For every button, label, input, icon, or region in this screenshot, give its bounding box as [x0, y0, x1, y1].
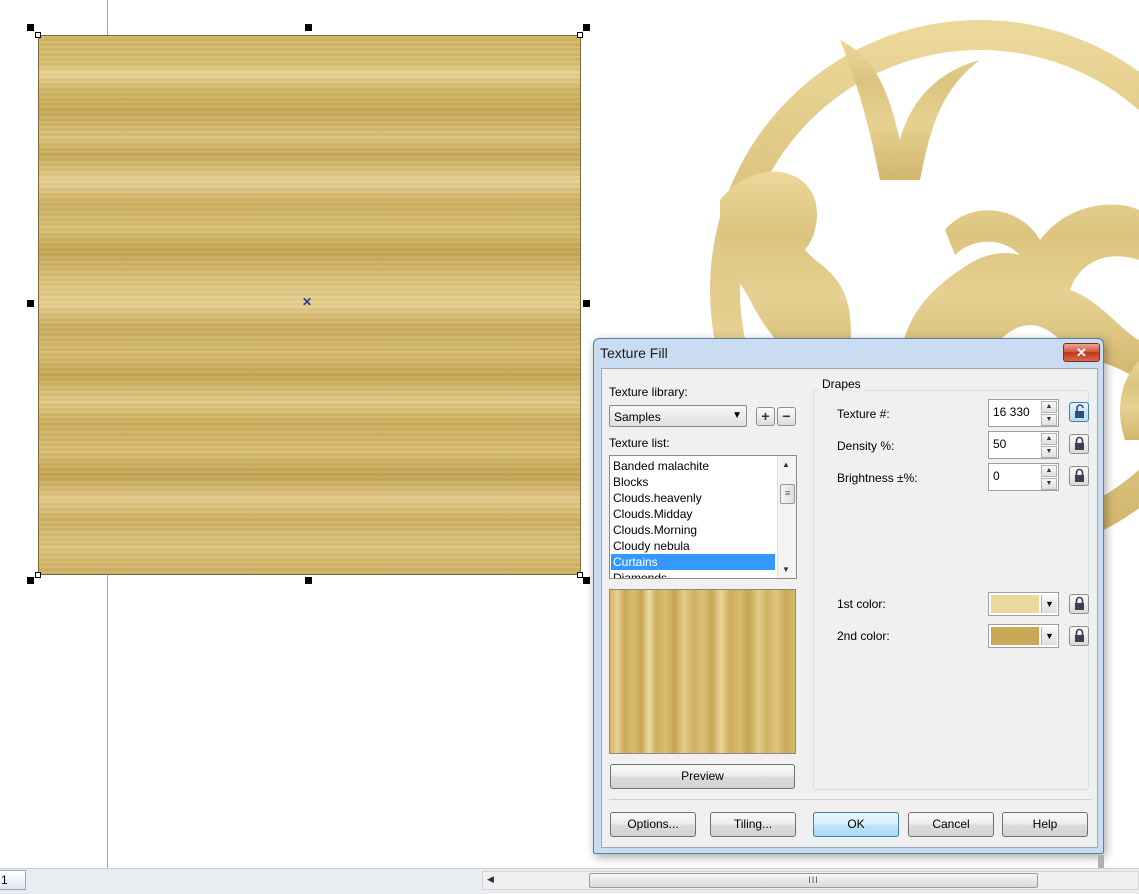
texture-number-label: Texture #: [837, 407, 890, 421]
first-color-swatch [991, 595, 1039, 613]
texture-list-item[interactable]: Curtains [611, 554, 775, 570]
texture-list-item[interactable]: Clouds.Morning [611, 522, 775, 538]
corner-node-bottom-left[interactable] [35, 572, 41, 578]
texture-list-scrollbar[interactable]: ▲ ≡ ▼ [777, 456, 796, 578]
preview-button[interactable]: Preview [610, 764, 795, 789]
brightness-input[interactable]: 0 ▲ ▼ [988, 463, 1059, 491]
dialog-separator [609, 799, 1092, 800]
texture-list[interactable]: Banded malachite Blocks Clouds.heavenly Clo… [609, 455, 797, 579]
texture-list-items: Banded malachite Blocks Clouds.heavenly Clo… [611, 458, 775, 578]
density-input[interactable]: 50 ▲ ▼ [988, 431, 1059, 459]
texture-number-value: 16 330 [993, 405, 1030, 419]
help-button[interactable]: Help [1002, 812, 1088, 837]
density-value: 50 [993, 437, 1007, 451]
second-color-label: 2nd color: [837, 629, 890, 643]
add-library-button[interactable]: + [756, 407, 775, 426]
ok-button[interactable]: OK [813, 812, 899, 837]
spin-down-icon[interactable]: ▼ [1041, 446, 1057, 458]
scrollbar-thumb[interactable]: ≡ [780, 484, 795, 504]
scroll-left-arrow-icon[interactable]: ◀ [487, 874, 494, 885]
selection-handle-bottom-left[interactable] [27, 577, 34, 584]
dialog-resize-grip[interactable] [1098, 855, 1104, 868]
spin-down-icon[interactable]: ▼ [1041, 478, 1057, 490]
status-bar: 1 ◀ III [0, 868, 1139, 894]
selection-handle-top-right[interactable] [583, 24, 590, 31]
corner-node-top-left[interactable] [35, 32, 41, 38]
first-color-picker[interactable]: ▼ [988, 592, 1059, 616]
density-label: Density %: [837, 439, 895, 453]
brightness-value: 0 [993, 469, 1000, 483]
selection-handle-middle-left[interactable] [27, 300, 34, 307]
drapes-group-label: Drapes [819, 377, 864, 391]
texture-list-item[interactable]: Clouds.Midday [611, 506, 775, 522]
tiling-button[interactable]: Tiling... [710, 812, 796, 837]
texture-library-label: Texture library: [609, 385, 688, 399]
texture-list-item[interactable]: Blocks [611, 474, 775, 490]
texture-fill-dialog: Texture Fill ✕ Texture library: Samples … [593, 338, 1104, 854]
density-lock-icon[interactable] [1069, 434, 1089, 454]
selection-handle-top-middle[interactable] [305, 24, 312, 31]
texture-list-item[interactable]: Cloudy nebula [611, 538, 775, 554]
texture-number-lock-icon[interactable] [1069, 402, 1089, 422]
cancel-button[interactable]: Cancel [908, 812, 994, 837]
spin-up-icon[interactable]: ▲ [1041, 401, 1057, 413]
spin-down-icon[interactable]: ▼ [1041, 414, 1057, 426]
page-tab[interactable]: 1 [0, 870, 26, 890]
selection-handle-bottom-right[interactable] [583, 577, 590, 584]
chevron-down-icon[interactable]: ▼ [1041, 595, 1057, 613]
corner-node-bottom-right[interactable] [577, 572, 583, 578]
remove-library-button[interactable]: − [777, 407, 796, 426]
texture-list-item[interactable]: Clouds.heavenly [611, 490, 775, 506]
brightness-label: Brightness ±%: [837, 471, 918, 485]
corner-node-top-right[interactable] [577, 32, 583, 38]
spin-up-icon[interactable]: ▲ [1041, 465, 1057, 477]
selection-handle-middle-right[interactable] [583, 300, 590, 307]
texture-list-label: Texture list: [609, 436, 670, 450]
scrollbar-thumb[interactable]: III [589, 873, 1038, 888]
selection-handle-top-left[interactable] [27, 24, 34, 31]
texture-list-item[interactable]: Diamonds [611, 570, 775, 578]
chevron-down-icon[interactable]: ▼ [1041, 627, 1057, 645]
texture-preview [609, 589, 796, 754]
scroll-up-arrow-icon[interactable]: ▲ [782, 460, 790, 469]
spin-up-icon[interactable]: ▲ [1041, 433, 1057, 445]
center-x-icon[interactable]: ✕ [302, 296, 312, 308]
close-button[interactable]: ✕ [1063, 343, 1100, 362]
scroll-down-arrow-icon[interactable]: ▼ [782, 565, 790, 574]
texture-list-item[interactable]: Banded malachite [611, 458, 775, 474]
selection-handle-bottom-middle[interactable] [305, 577, 312, 584]
dialog-body: Texture library: Samples ▼ + − Texture l… [601, 368, 1098, 848]
second-color-picker[interactable]: ▼ [988, 624, 1059, 648]
texture-number-input[interactable]: 16 330 ▲ ▼ [988, 399, 1059, 427]
dialog-title: Texture Fill [600, 345, 668, 361]
texture-library-dropdown[interactable]: Samples ▼ [609, 405, 747, 427]
texture-library-value: Samples [614, 410, 661, 424]
chevron-down-icon: ▼ [732, 410, 742, 421]
second-color-lock-icon[interactable] [1069, 626, 1089, 646]
horizontal-scrollbar[interactable]: ◀ III [482, 871, 1139, 890]
options-button[interactable]: Options... [610, 812, 696, 837]
brightness-lock-icon[interactable] [1069, 466, 1089, 486]
first-color-label: 1st color: [837, 597, 886, 611]
first-color-lock-icon[interactable] [1069, 594, 1089, 614]
second-color-swatch [991, 627, 1039, 645]
